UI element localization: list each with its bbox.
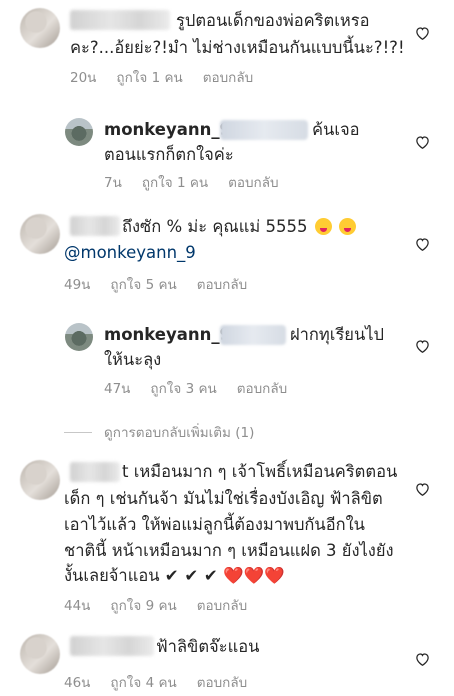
reply-button[interactable]: ตอบกลับ: [197, 671, 247, 693]
username[interactable]: monkeyann_9: [104, 325, 231, 344]
likes-count[interactable]: ถูกใจ 5 คน: [110, 273, 176, 295]
reply-button[interactable]: ตอบกลับ: [237, 377, 287, 399]
comment-text-line: คะ?...อ้ยย่ะ?!มำ ไม่ช่างเหมือนกันแบบนี้น…: [70, 38, 405, 57]
heart-outline-icon[interactable]: [415, 652, 430, 666]
comment-time: 44น: [64, 598, 91, 614]
comment-time: 7น: [104, 175, 122, 191]
avatar[interactable]: [20, 8, 60, 48]
username-blurred[interactable]: [70, 216, 120, 236]
view-more-replies-label[interactable]: ดูการตอบกลับเพิ่มเติม (1): [104, 421, 254, 443]
username-blurred[interactable]: [70, 462, 120, 482]
comment-text: ฟ้าลิขิตจ๊ะแอน: [156, 637, 260, 656]
check-mark-icons: ✔ ✔ ✔: [164, 566, 218, 585]
avatar[interactable]: [20, 634, 60, 674]
mention-blurred[interactable]: [220, 120, 308, 140]
likes-count[interactable]: ถูกใจ 4 คน: [110, 671, 176, 693]
heart-outline-icon[interactable]: [415, 237, 430, 251]
comment-text: ถึงซัก % ม่ะ คุณแม่ 5555: [122, 217, 308, 236]
comment-time: 20น: [70, 70, 97, 86]
heart-outline-icon[interactable]: [415, 339, 430, 353]
view-more-replies[interactable]: ดูการตอบกลับเพิ่มเติม (1): [64, 421, 254, 443]
likes-count[interactable]: ถูกใจ 1 คน: [116, 66, 182, 88]
zany-face-emoji-icon: [314, 218, 332, 235]
reply-button[interactable]: ตอบกลับ: [203, 66, 253, 88]
comment-text-line: เด็ก ๆ เช่นกันจ้า มันไม่ใช่เรื่องบังเอิญ…: [64, 489, 383, 508]
likes-count[interactable]: ถูกใจ 3 คน: [150, 377, 216, 399]
comment-time: 46น: [64, 675, 91, 691]
avatar[interactable]: [20, 460, 60, 500]
heart-outline-icon[interactable]: [415, 482, 430, 496]
tongue-face-emoji-icon: [338, 218, 356, 235]
avatar[interactable]: [65, 323, 93, 351]
divider: [64, 431, 92, 433]
likes-count[interactable]: ถูกใจ 1 คน: [142, 171, 208, 193]
comment-text-line: รูปตอนเด็กของพ่อคริตเหรอ: [176, 11, 370, 30]
comment-text: ให้นะลุง: [104, 350, 162, 369]
reply-button[interactable]: ตอบกลับ: [197, 273, 247, 295]
heart-outline-icon[interactable]: [415, 26, 430, 40]
red-heart-icons: ❤️❤️❤️: [222, 566, 285, 585]
avatar[interactable]: [65, 118, 93, 146]
username[interactable]: monkeyann_9: [104, 120, 231, 139]
comment-text-line: ชาตินี้ หน้าเหมือนมาก ๆ เหมือนแฝด 3 ยังไ…: [64, 541, 394, 560]
comment-time: 47น: [104, 381, 131, 397]
comment-text: ตอนแรกก็ตกใจค่ะ: [104, 145, 234, 164]
comment-text: ฝากทุเรียนไป: [290, 325, 385, 344]
username-blurred[interactable]: [70, 10, 170, 30]
reply-button[interactable]: ตอบกลับ: [228, 171, 278, 193]
mention-blurred[interactable]: [220, 325, 286, 345]
comment-text-line: t เหมือนมาก ๆ เจ้าโพธิ์เหมือนคริตตอน: [122, 462, 398, 481]
username-blurred[interactable]: [70, 636, 154, 656]
comment-text: ค้นเจอ: [312, 120, 360, 139]
comment-time: 49น: [64, 277, 91, 293]
comment-text-line: งั้นเลยจ้าแอน: [64, 566, 160, 585]
likes-count[interactable]: ถูกใจ 9 คน: [110, 594, 176, 616]
reply-button[interactable]: ตอบกลับ: [197, 594, 247, 616]
heart-outline-icon[interactable]: [415, 135, 430, 149]
comment-text-line: เอาไว้แล้ว ให้พ่อแม่ลูกนี้ต้องมาพบกันอีก…: [64, 515, 365, 534]
mention-link[interactable]: @monkeyann_9: [64, 240, 196, 265]
avatar[interactable]: [20, 214, 60, 254]
